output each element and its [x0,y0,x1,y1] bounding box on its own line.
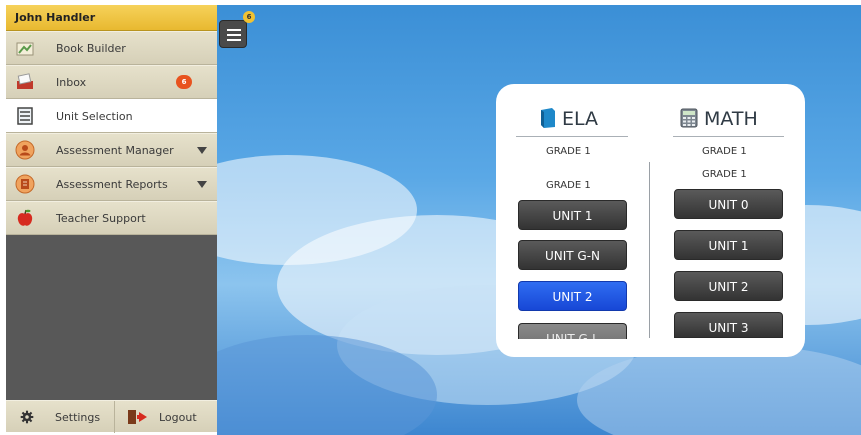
unit-selection-icon [17,107,33,125]
logout-button[interactable]: Logout [115,401,217,433]
sidebar-item-unit-selection[interactable]: Unit Selection [6,99,217,133]
menu-notification-badge: 6 [243,11,255,23]
gear-icon [20,410,34,424]
math-unit-button[interactable]: UNIT 2 [674,271,783,301]
ela-title-divider [516,136,628,137]
menu-line [227,39,241,41]
math-unit-button[interactable]: UNIT 3 [674,312,783,338]
sidebar-footer: Settings Logout [6,400,217,433]
math-unit-button[interactable]: UNIT 1 [674,230,783,260]
math-unit-button[interactable]: UNIT 0 [674,189,783,219]
math-title: MATH [704,108,758,130]
sidebar-item-assessment-manager[interactable]: Assessment Manager [6,133,217,167]
inbox-icon [17,73,33,89]
sidebar-item-label: Assessment Manager [56,144,174,157]
sidebar-item-assessment-reports[interactable]: Assessment Reports [6,167,217,201]
sidebar: John Handler Book Builder Inbox 6 Unit S… [6,5,217,433]
book-icon [541,108,555,128]
ela-unit-button[interactable]: UNIT G-L [518,323,627,339]
menu-line [227,29,241,31]
unit-selection-panel: ELA GRADE 1 GRADE 1 UNIT 1 UNIT G-N UNIT… [496,84,805,357]
assessment-reports-icon [15,174,35,194]
calculator-icon [680,108,698,128]
ela-unit-button[interactable]: UNIT G-N [518,240,627,270]
sidebar-item-teacher-support[interactable]: Teacher Support [6,201,217,235]
user-name: John Handler [6,5,217,31]
ela-grade-header: GRADE 1 [546,146,591,157]
sidebar-item-book-builder[interactable]: Book Builder [6,31,217,65]
ela-title: ELA [562,108,599,130]
chevron-down-icon[interactable] [197,147,207,154]
chevron-down-icon[interactable] [197,181,207,188]
inbox-count-badge: 6 [176,75,192,89]
ela-unit-button-selected[interactable]: UNIT 2 [518,281,627,311]
book-builder-icon [16,42,34,56]
math-title-divider [673,136,784,137]
logout-label: Logout [159,411,197,424]
menu-line [227,34,241,36]
column-divider [649,162,650,338]
ela-unit-button[interactable]: UNIT 1 [518,200,627,230]
math-grade-header: GRADE 1 [702,146,747,157]
sidebar-item-label: Assessment Reports [56,178,168,191]
assessment-manager-icon [15,140,35,160]
hamburger-menu-button[interactable] [219,20,247,48]
ela-grade-label: GRADE 1 [546,180,591,191]
settings-button[interactable]: Settings [6,401,114,433]
math-grade-label: GRADE 1 [702,169,747,180]
logout-icon [128,410,147,424]
apple-icon [17,209,33,226]
sidebar-item-label: Inbox [56,76,87,89]
sidebar-item-label: Unit Selection [56,110,133,123]
sidebar-item-inbox[interactable]: Inbox 6 [6,65,217,99]
sidebar-item-label: Book Builder [56,42,126,55]
sidebar-item-label: Teacher Support [56,212,146,225]
settings-label: Settings [55,411,101,424]
